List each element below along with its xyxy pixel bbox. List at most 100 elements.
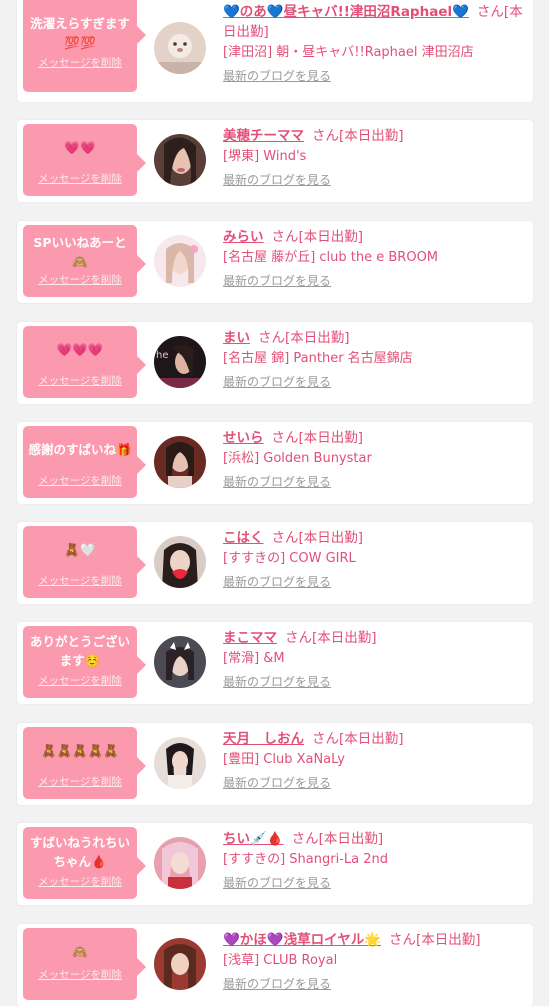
message-text: SPいいねあーと🙈 xyxy=(33,235,127,269)
message-bubble: 🙈 メッセージを削除 xyxy=(23,928,146,1000)
list-item: 感謝のすばいね🎁 メッセージを削除 せいら さん[本日出勤] [浜松] Golde… xyxy=(17,422,533,504)
message-text: 洗濯えらすぎます💯💯 xyxy=(30,16,130,50)
avatar[interactable] xyxy=(154,536,206,588)
latest-blog-link[interactable]: 最新のブログを見る xyxy=(223,974,331,994)
latest-blog-link[interactable]: 最新のブログを見る xyxy=(223,572,331,592)
cast-name-link[interactable]: まい xyxy=(223,330,250,346)
message-bubble: 感謝のすばいね🎁 メッセージを削除 xyxy=(23,426,146,498)
message-text: 🙈 xyxy=(72,944,88,959)
latest-blog-link[interactable]: 最新のブログを見る xyxy=(223,66,331,86)
entry-info: ちい💉🩸 さん[本日出勤] [すすきの] Shangri-La 2nd 最新のブロ… xyxy=(223,829,525,893)
status-text: さん[本日出勤] xyxy=(291,831,384,847)
status-text: さん[本日出勤] xyxy=(271,229,364,245)
message-bubble: ありがとうございます☺️ メッセージを削除 xyxy=(23,626,146,698)
list-item: 洗濯えらすぎます💯💯 メッセージを削除 💙のあ💙昼キャバ!!津田沼Raphael… xyxy=(17,0,533,102)
avatar[interactable] xyxy=(154,134,206,186)
cast-name-link[interactable]: まこママ xyxy=(223,630,277,646)
cast-name-link[interactable]: 天月 しおん xyxy=(223,731,304,747)
latest-blog-link[interactable]: 最新のブログを見る xyxy=(223,873,331,893)
avatar[interactable] xyxy=(154,436,206,488)
shop-text: [常滑] &M xyxy=(223,651,285,666)
latest-blog-link[interactable]: 最新のブログを見る xyxy=(223,773,331,793)
shop-text: [豊田] Club XaNaLy xyxy=(223,752,345,767)
message-bubble: 洗濯えらすぎます💯💯 メッセージを削除 xyxy=(23,0,146,92)
delete-message-link[interactable]: メッセージを削除 xyxy=(23,573,137,588)
cast-name-link[interactable]: こはく xyxy=(223,530,264,546)
shop-text: [名古屋 錦] Panther 名古屋錦店 xyxy=(223,351,413,366)
latest-blog-link[interactable]: 最新のブログを見る xyxy=(223,170,331,190)
delete-message-link[interactable]: メッセージを削除 xyxy=(23,55,137,70)
latest-blog-link[interactable]: 最新のブログを見る xyxy=(223,672,331,692)
message-text: ありがとうございます☺️ xyxy=(29,634,130,668)
message-bubble: SPいいねあーと🙈 メッセージを削除 xyxy=(23,225,146,297)
message-bubble: すばいねうれちいちゃん🩸 メッセージを削除 xyxy=(23,827,146,899)
avatar[interactable] xyxy=(154,636,206,688)
entry-info: こはく さん[本日出勤] [すすきの] COW GIRL 最新のブログを見る xyxy=(223,528,525,592)
latest-blog-link[interactable]: 最新のブログを見る xyxy=(223,271,331,291)
cast-name-link[interactable]: みらい xyxy=(223,229,264,245)
avatar[interactable] xyxy=(154,938,206,990)
message-text: 💗💗 xyxy=(64,140,96,155)
message-text: 🧸🤍 xyxy=(64,542,96,557)
avatar[interactable] xyxy=(154,22,206,74)
shop-text: [すすきの] Shangri-La 2nd xyxy=(223,852,388,867)
shop-text: [津田沼] 朝・昼キャバ!!Raphael 津田沼店 xyxy=(223,45,474,60)
entry-info: 💜かほ💜浅草ロイヤル🌟 さん[本日出勤] [浅草] CLUB Royal 最新のブ… xyxy=(223,930,525,994)
list-item: 🧸🧸🧸🧸🧸 メッセージを削除 天月 しおん さん[本日出勤] [豊田] Club … xyxy=(17,723,533,805)
list-item: ありがとうございます☺️ メッセージを削除 まこママ さん[本日出勤] [常滑] … xyxy=(17,622,533,704)
status-text: さん[本日出勤] xyxy=(258,330,350,346)
entry-info: 天月 しおん さん[本日出勤] [豊田] Club XaNaLy 最新のブログを見… xyxy=(223,729,525,793)
message-text: 💗💗💗 xyxy=(56,342,104,357)
list-item: すばいねうれちいちゃん🩸 メッセージを削除 ちい💉🩸 さん[本日出勤] [すすきの… xyxy=(17,823,533,905)
message-text: すばいねうれちいちゃん🩸 xyxy=(29,835,130,869)
message-text: 感謝のすばいね🎁 xyxy=(28,442,132,457)
entry-info: 美穂チーママ さん[本日出勤] [堺東] Wind's 最新のブログを見る xyxy=(223,126,525,190)
cast-name-link[interactable]: せいら xyxy=(223,430,264,446)
avatar[interactable] xyxy=(154,235,206,287)
message-bubble: 🧸🤍 メッセージを削除 xyxy=(23,526,146,598)
status-text: さん[本日出勤] xyxy=(271,430,364,446)
delete-message-link[interactable]: メッセージを削除 xyxy=(23,373,137,388)
entry-info: 💙のあ💙昼キャバ!!津田沼Raphael💙 さん[本日出勤] [津田沼] 朝・昼キ… xyxy=(223,2,525,86)
avatar[interactable] xyxy=(154,737,206,789)
delete-message-link[interactable]: メッセージを削除 xyxy=(23,272,137,287)
cast-name-link[interactable]: 💙のあ💙昼キャバ!!津田沼Raphael💙 xyxy=(223,4,469,20)
list-item: 🧸🤍 メッセージを削除 こはく さん[本日出勤] [すすきの] COW GIRL … xyxy=(17,522,533,604)
message-bubble: 💗💗 メッセージを削除 xyxy=(23,124,146,196)
shop-text: [名古屋 藤が丘] club the e BROOM xyxy=(223,250,439,265)
entry-info: まこママ さん[本日出勤] [常滑] &M 最新のブログを見る xyxy=(223,628,525,692)
message-text: 🧸🧸🧸🧸🧸 xyxy=(41,743,119,758)
delete-message-link[interactable]: メッセージを削除 xyxy=(23,874,137,889)
entry-info: まい さん[本日出勤] [名古屋 錦] Panther 名古屋錦店 最新のブログを… xyxy=(223,328,525,392)
status-text: さん[本日出勤] xyxy=(389,932,481,948)
cast-name-link[interactable]: 美穂チーママ xyxy=(223,128,304,144)
list-item: 💗💗 メッセージを削除 美穂チーママ さん[本日出勤] [堺東] Wind's 最… xyxy=(17,120,533,202)
shop-text: [浅草] CLUB Royal xyxy=(223,953,338,968)
status-text: さん[本日出勤] xyxy=(271,530,364,546)
delete-message-link[interactable]: メッセージを削除 xyxy=(23,171,137,186)
status-text: さん[本日出勤] xyxy=(312,731,404,747)
avatar[interactable]: he xyxy=(154,336,206,388)
list-item: SPいいねあーと🙈 メッセージを削除 みらい さん[本日出勤] [名古屋 藤が丘]… xyxy=(17,221,533,303)
status-text: さん[本日出勤] xyxy=(312,128,404,144)
shop-text: [すすきの] COW GIRL xyxy=(223,551,356,566)
delete-message-link[interactable]: メッセージを削除 xyxy=(23,967,137,982)
latest-blog-link[interactable]: 最新のブログを見る xyxy=(223,472,331,492)
list-item: 🙈 メッセージを削除 💜かほ💜浅草ロイヤル🌟 さん[本日出勤] [浅草] CLUB… xyxy=(17,924,533,1006)
cast-name-link[interactable]: ちい💉🩸 xyxy=(223,831,284,847)
avatar[interactable] xyxy=(154,837,206,889)
list-item: 💗💗💗 メッセージを削除 he まい さん[本日出勤] [名古屋 錦] Panth… xyxy=(17,322,533,404)
message-bubble: 🧸🧸🧸🧸🧸 メッセージを削除 xyxy=(23,727,146,799)
entry-info: みらい さん[本日出勤] [名古屋 藤が丘] club the e BROOM 最… xyxy=(223,227,525,291)
delete-message-link[interactable]: メッセージを削除 xyxy=(23,774,137,789)
shop-text: [浜松] Golden Bunystar xyxy=(223,451,372,466)
message-bubble: 💗💗💗 メッセージを削除 xyxy=(23,326,146,398)
cast-name-link[interactable]: 💜かほ💜浅草ロイヤル🌟 xyxy=(223,932,381,948)
delete-message-link[interactable]: メッセージを削除 xyxy=(23,473,137,488)
entry-info: せいら さん[本日出勤] [浜松] Golden Bunystar 最新のブログを… xyxy=(223,428,525,492)
svg-text:he: he xyxy=(156,350,169,361)
status-text: さん[本日出勤] xyxy=(285,630,377,646)
shop-text: [堺東] Wind's xyxy=(223,149,307,164)
latest-blog-link[interactable]: 最新のブログを見る xyxy=(223,372,331,392)
delete-message-link[interactable]: メッセージを削除 xyxy=(23,673,137,688)
